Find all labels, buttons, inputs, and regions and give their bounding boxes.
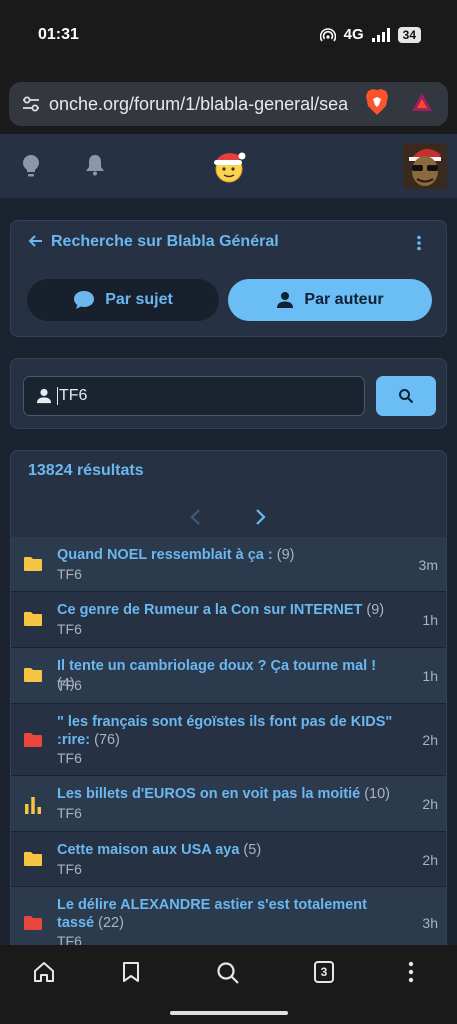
app-header: [0, 134, 457, 198]
topic-row[interactable]: Ce genre de Rumeur a la Con sur INTERNET…: [11, 592, 446, 648]
rewards-icon[interactable]: [411, 92, 433, 117]
more-vert-icon[interactable]: [416, 235, 422, 256]
topic-row[interactable]: Cette maison aux USA aya (5) TF6 2h: [11, 832, 446, 887]
url-bar[interactable]: onche.org/forum/1/blabla-general/sea: [9, 82, 448, 126]
browser-bottom-nav: 3: [0, 945, 457, 1024]
topic-title[interactable]: Le délire ALEXANDRE astier s'est totalem…: [57, 896, 397, 932]
topic-time: 1h: [422, 612, 438, 628]
avatar[interactable]: [403, 143, 447, 189]
topic-time: 2h: [422, 796, 438, 812]
topic-reply-count: (76): [94, 732, 120, 748]
search-button[interactable]: [376, 376, 436, 416]
tab-by-author-label: Par auteur: [304, 291, 384, 308]
tabs-count: 3: [314, 961, 334, 983]
arrow-back-icon[interactable]: [28, 233, 44, 254]
search-input-value[interactable]: TF6: [57, 387, 87, 405]
status-icons: 4G 34: [319, 26, 421, 43]
browser-toolbar: onche.org/forum/1/blabla-general/sea: [0, 72, 457, 134]
author-search-input[interactable]: TF6: [23, 376, 365, 416]
search-title: Recherche sur Blabla Général: [51, 233, 279, 250]
topic-row[interactable]: " les français sont égoïstes ils font pa…: [11, 704, 446, 776]
home-indicator: [170, 1011, 288, 1015]
topic-title[interactable]: " les français sont égoïstes ils font pa…: [57, 713, 397, 749]
folder-icon: [23, 851, 43, 872]
chevron-right-icon[interactable]: [253, 507, 267, 532]
topic-reply-count: (9): [276, 547, 295, 563]
topic-title[interactable]: Ce genre de Rumeur a la Con sur INTERNET…: [57, 601, 397, 619]
topic-reply-count: (10): [364, 786, 391, 802]
folder-icon: [23, 732, 43, 753]
topic-row[interactable]: Quand NOEL ressemblait à ça : (9) TF6 3m: [11, 537, 446, 592]
topic-title-text: Quand NOEL ressemblait à ça :: [57, 547, 273, 563]
topic-list: Quand NOEL ressemblait à ça : (9) TF6 3m Ce…: [11, 537, 446, 957]
search-icon: [399, 389, 414, 404]
topic-reply-count: (9): [366, 602, 385, 618]
search-form: TF6: [10, 358, 447, 429]
topic-author[interactable]: TF6: [57, 621, 82, 637]
topic-time: 1h: [422, 668, 438, 684]
person-icon: [277, 292, 294, 308]
bell-icon[interactable]: [85, 154, 105, 181]
tab-by-author[interactable]: Par auteur: [228, 279, 432, 321]
search-card: Recherche sur Blabla Général Par sujet P…: [10, 220, 447, 337]
tab-by-subject[interactable]: Par sujet: [27, 279, 219, 321]
site-logo[interactable]: [210, 148, 248, 189]
search-icon[interactable]: [216, 961, 240, 990]
topic-row[interactable]: Il tente un cambriolage doux ? Ça tourne…: [11, 648, 446, 704]
more-vert-icon[interactable]: [408, 961, 414, 988]
topic-author[interactable]: TF6: [57, 750, 82, 766]
folder-icon: [23, 611, 43, 632]
folder-icon: [23, 667, 43, 688]
poll-icon: [23, 795, 43, 820]
topic-time: 2h: [422, 732, 438, 748]
topic-time: 3h: [422, 915, 438, 931]
topic-title[interactable]: Cette maison aux USA aya (5): [57, 841, 397, 859]
status-bar: 01:31 4G 34: [0, 0, 457, 72]
signal-icon: [371, 27, 390, 42]
folder-icon: [23, 915, 43, 936]
home-icon[interactable]: [33, 961, 55, 988]
topic-title-text: Cette maison aux USA aya: [57, 842, 240, 858]
folder-icon: [23, 556, 43, 577]
lightbulb-icon[interactable]: [22, 154, 40, 183]
topic-time: 3m: [418, 557, 438, 573]
topic-title[interactable]: Les billets d'EUROS on en voit pas la mo…: [57, 785, 397, 803]
results-count: 13824 résultats: [28, 462, 144, 479]
url-text[interactable]: onche.org/forum/1/blabla-general/sea: [49, 94, 355, 115]
brave-shields-icon[interactable]: [365, 88, 389, 121]
chat-bubble-icon: [74, 291, 95, 309]
topic-time: 2h: [422, 852, 438, 868]
network-label: 4G: [343, 26, 364, 43]
tab-by-subject-label: Par sujet: [105, 291, 173, 308]
battery-level: 34: [397, 26, 421, 43]
topic-title-text: Il tente un cambriolage doux ? Ça tourne…: [57, 658, 377, 674]
topic-title-text: Les billets d'EUROS on en voit pas la mo…: [57, 786, 361, 802]
topic-author[interactable]: TF6: [57, 805, 82, 821]
topic-author[interactable]: TF6: [57, 566, 82, 582]
bookmark-icon[interactable]: [122, 961, 140, 988]
pagination: [11, 503, 446, 535]
topic-reply-count: (5): [243, 842, 262, 858]
topic-author[interactable]: TF6: [57, 861, 82, 877]
tabs-button[interactable]: 3: [314, 961, 334, 983]
site-settings-icon[interactable]: [13, 95, 49, 113]
hotspot-icon: [319, 27, 336, 41]
status-time: 01:31: [38, 26, 79, 43]
topic-reply-count: (22): [98, 915, 124, 931]
topic-title-text: Ce genre de Rumeur a la Con sur INTERNET: [57, 602, 363, 618]
topic-title[interactable]: Il tente un cambriolage doux ? Ça tourne…: [57, 657, 397, 693]
topic-title[interactable]: Quand NOEL ressemblait à ça : (9): [57, 546, 397, 564]
person-icon: [36, 388, 52, 404]
topic-author[interactable]: TF6: [57, 677, 82, 693]
chevron-left-icon[interactable]: [189, 507, 203, 532]
results-card: 13824 résultats Quand NOEL ressemblait à…: [10, 450, 447, 970]
topic-row[interactable]: Les billets d'EUROS on en voit pas la mo…: [11, 776, 446, 832]
